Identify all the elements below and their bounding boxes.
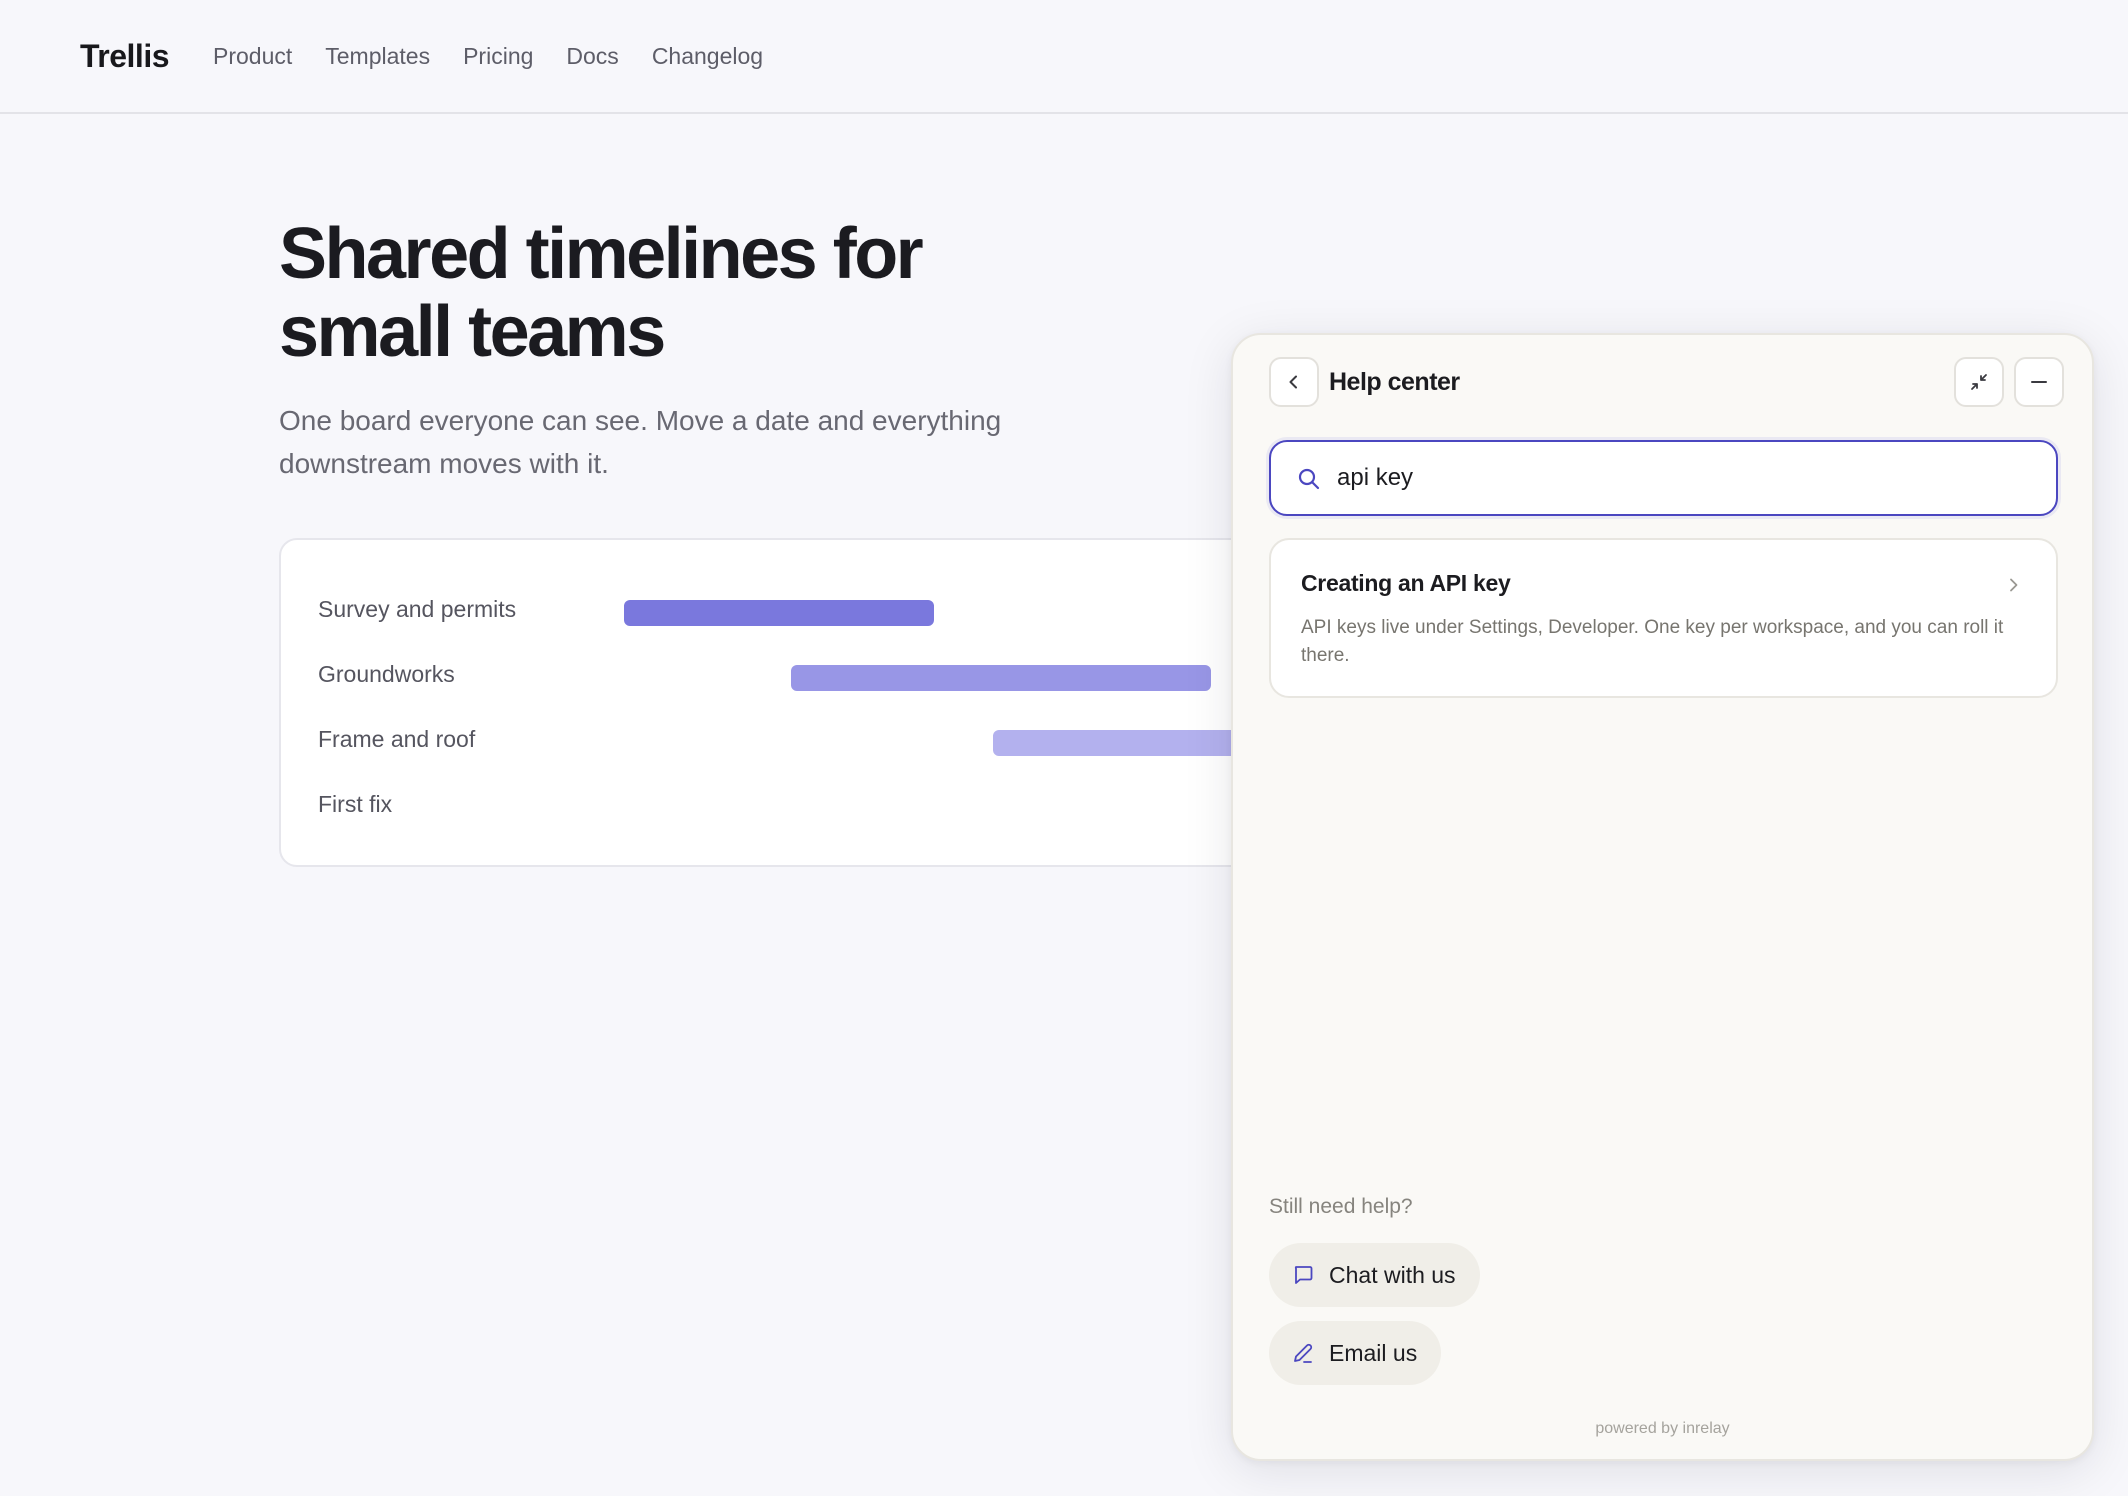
help-search-input[interactable]	[1337, 456, 2017, 500]
chat-button-label: Chat with us	[1329, 1261, 1456, 1288]
timeline-row-label: Frame and roof	[318, 726, 476, 752]
hero-subtitle-line2: downstream moves with it.	[279, 448, 609, 479]
nav-item-docs[interactable]: Docs	[566, 43, 618, 70]
hero-title: Shared timelines for small teams	[279, 215, 1039, 371]
nav-item-changelog[interactable]: Changelog	[652, 43, 763, 70]
hero-section: Shared timelines for small teams One boa…	[279, 215, 1039, 485]
still-need-help-label: Still need help?	[1269, 1195, 1413, 1218]
timeline-row: Frame and roof	[281, 720, 1277, 760]
minus-icon	[2031, 381, 2047, 383]
help-search-box[interactable]	[1269, 440, 2058, 516]
timeline-row-label: Groundworks	[318, 661, 455, 687]
powered-by-label[interactable]: powered by inrelay	[1233, 1420, 2092, 1438]
timeline-bar[interactable]	[791, 665, 1211, 691]
timeline-row-label: Survey and permits	[318, 596, 517, 622]
hero-title-line1: Shared timelines for	[279, 214, 924, 294]
chat-with-us-button[interactable]: Chat with us	[1269, 1243, 1480, 1307]
search-result-card[interactable]: Creating an API key API keys live under …	[1269, 538, 2058, 698]
pencil-icon	[1294, 1343, 1313, 1363]
timeline-row-label: First fix	[318, 791, 393, 817]
nav-item-templates[interactable]: Templates	[325, 43, 430, 70]
minimize-button[interactable]	[2014, 357, 2064, 407]
top-navigation: Trellis Product Templates Pricing Docs C…	[0, 0, 2128, 114]
collapse-arrows-icon	[1971, 374, 1987, 390]
brand-logo[interactable]: Trellis	[80, 38, 170, 75]
timeline-row: Groundworks	[281, 655, 1277, 695]
hero-subtitle-line1: One board everyone can see. Move a date …	[279, 405, 1002, 436]
timeline-preview: Survey and permits Groundworks Frame and…	[279, 538, 1279, 867]
email-button-label: Email us	[1329, 1339, 1418, 1366]
timeline-bar[interactable]	[993, 730, 1253, 756]
hero-subtitle: One board everyone can see. Move a date …	[279, 399, 1039, 485]
help-center-panel: Help center Creating an API key API keys…	[1231, 333, 2094, 1461]
back-button[interactable]	[1269, 357, 1319, 407]
chat-bubble-icon	[1294, 1266, 1313, 1284]
email-us-button[interactable]: Email us	[1269, 1321, 1442, 1385]
timeline-row: Survey and permits	[281, 590, 1277, 630]
chevron-right-icon	[2010, 578, 2018, 592]
main-nav: Product Templates Pricing Docs Changelog	[213, 43, 763, 70]
search-icon	[1298, 468, 1320, 490]
nav-item-pricing[interactable]: Pricing	[463, 43, 533, 70]
help-center-title: Help center	[1329, 368, 1460, 396]
nav-item-product[interactable]: Product	[213, 43, 292, 70]
chevron-left-icon	[1289, 375, 1297, 389]
result-title: Creating an API key	[1301, 570, 1511, 596]
timeline-row: First fix	[281, 785, 1277, 825]
result-description: API keys live under Settings, Developer.…	[1301, 617, 2004, 666]
hero-title-line2: small teams	[279, 292, 666, 372]
help-center-header: Help center	[1269, 357, 2064, 409]
timeline-bar[interactable]	[624, 600, 934, 626]
collapse-button[interactable]	[1954, 357, 2004, 407]
